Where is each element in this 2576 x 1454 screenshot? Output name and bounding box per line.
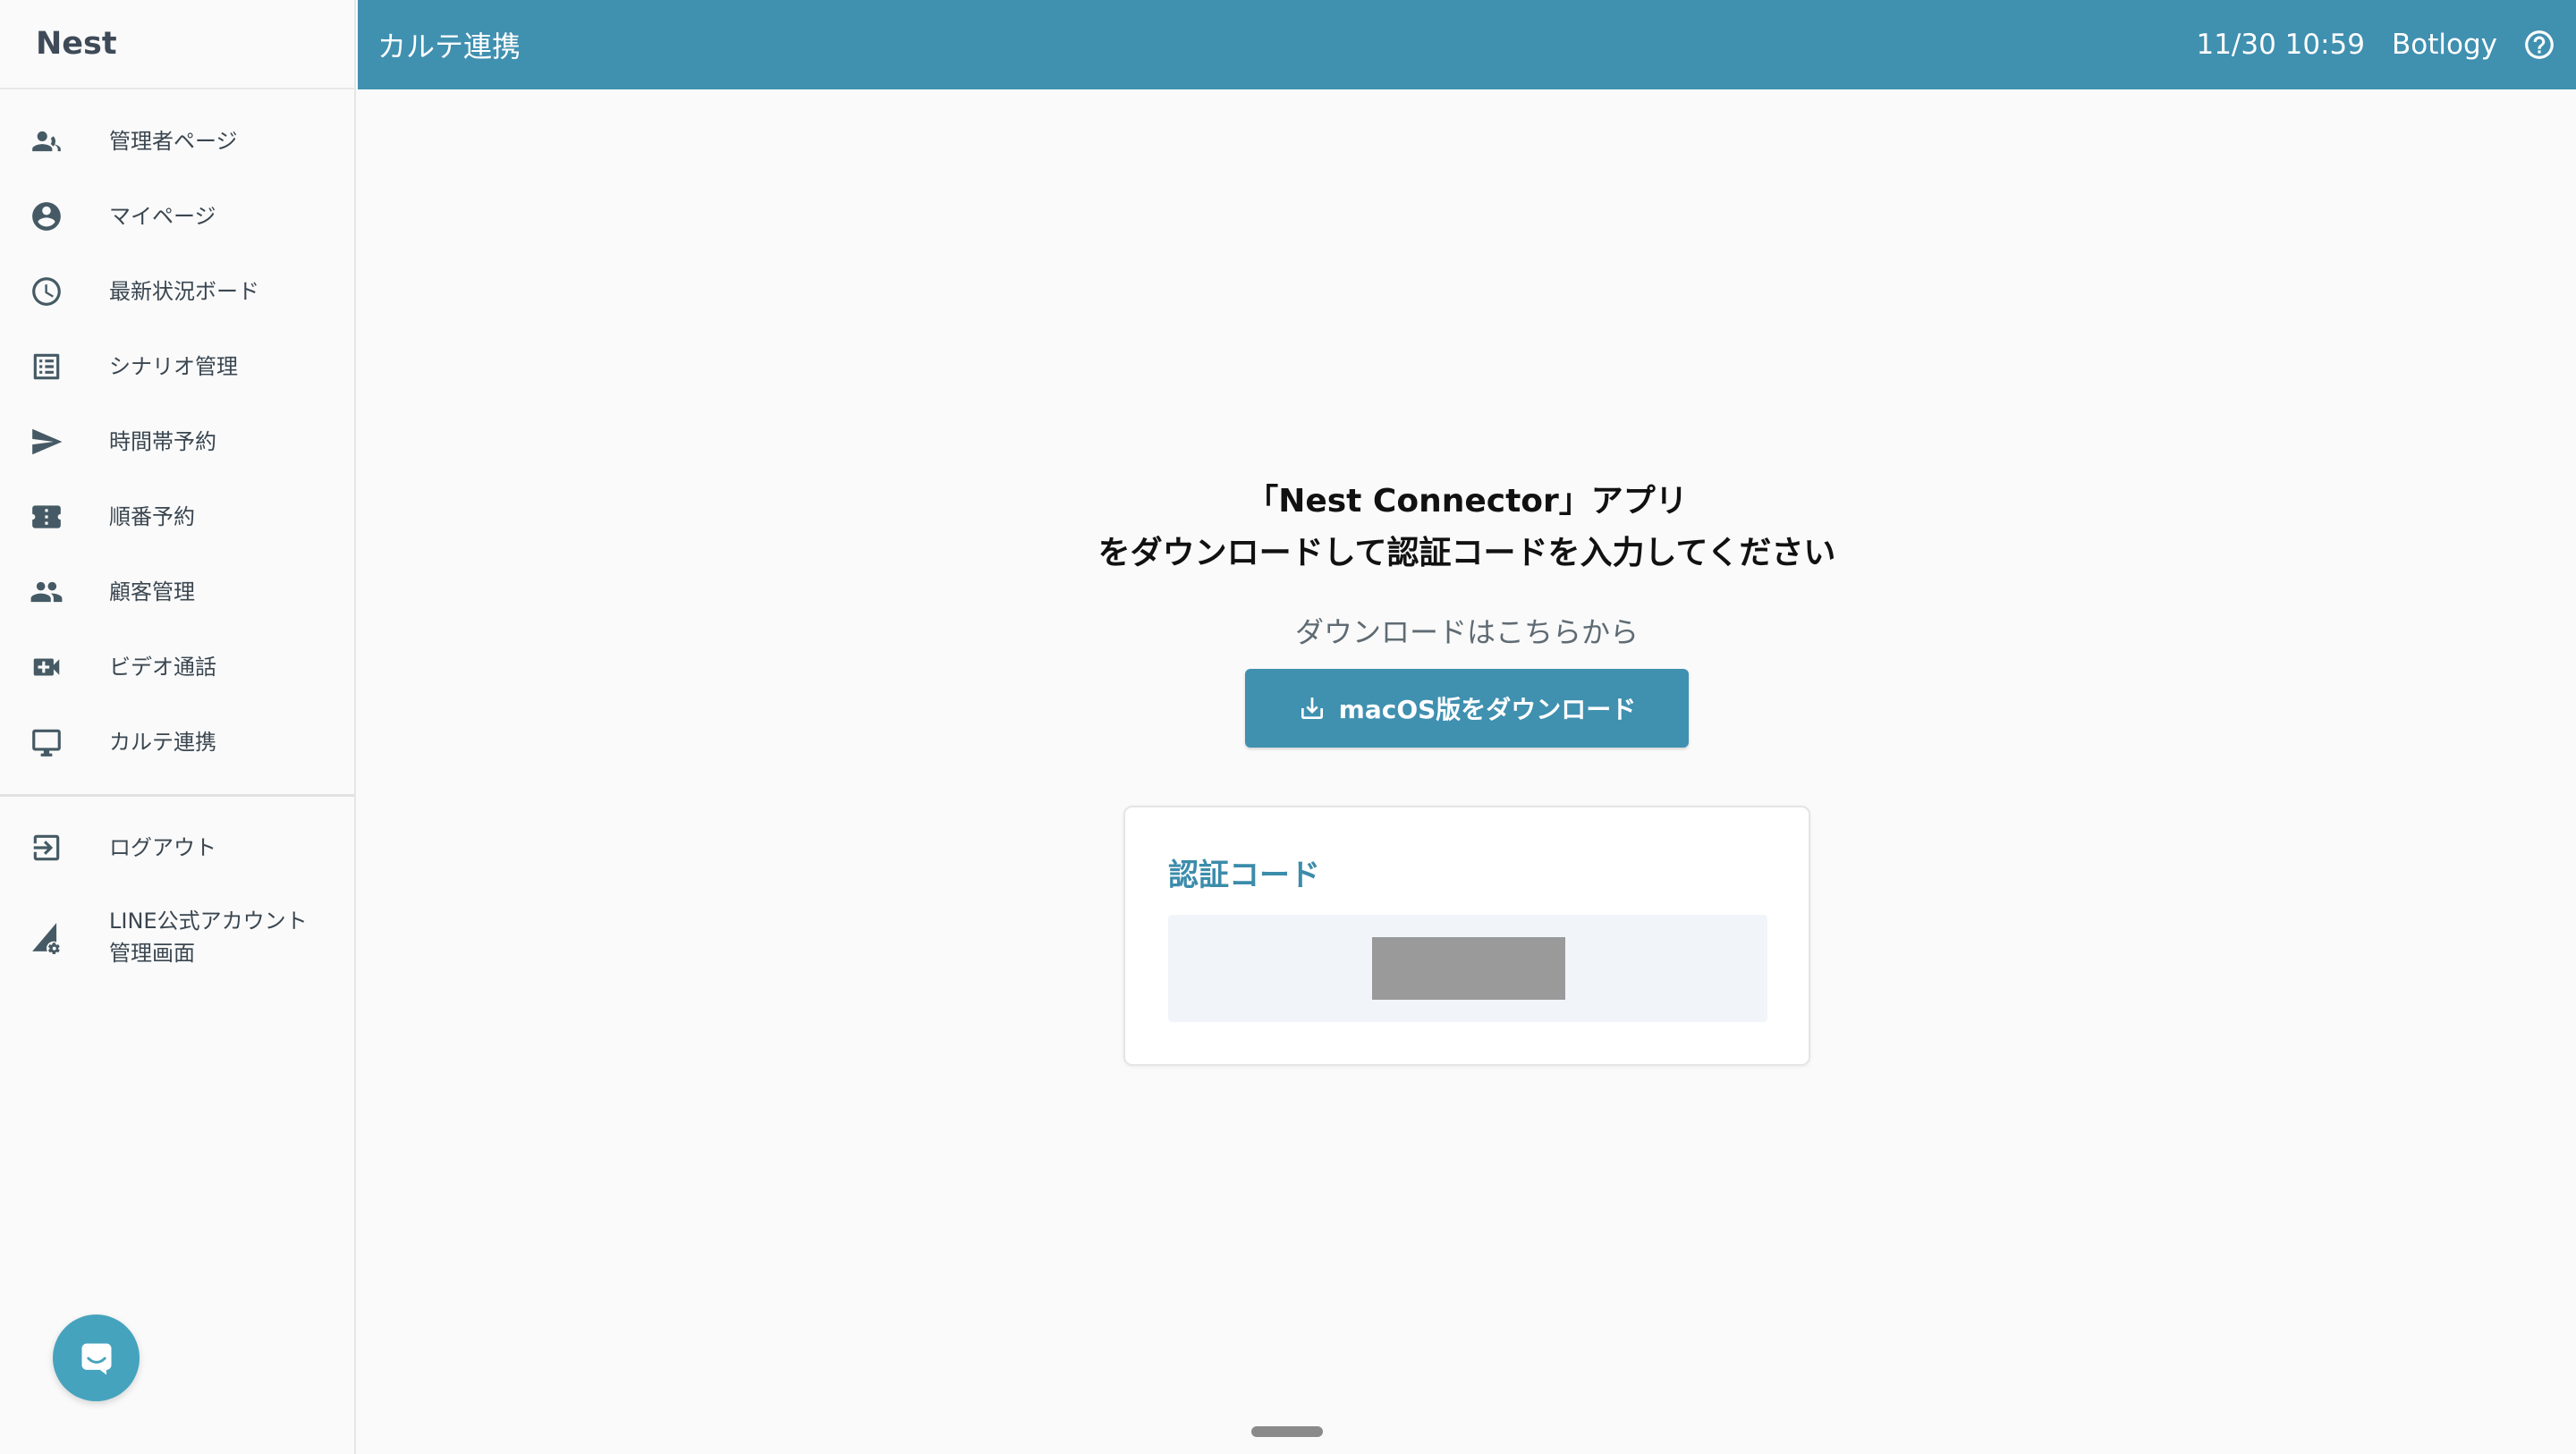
sidebar-item-admin[interactable]: 管理者ページ: [0, 125, 354, 157]
page-title: カルテ連携: [377, 30, 521, 63]
heading-line2: をダウンロードして認証コードを入力してください: [1097, 535, 1836, 571]
main-content: 「Nest Connector」アプリ をダウンロードして認証コードを入力してく…: [358, 89, 2576, 1454]
logout-icon: [29, 830, 64, 866]
macos-download-button[interactable]: macOS版をダウンロード: [1245, 669, 1689, 748]
sidebar-item-chart-link[interactable]: カルテ連携: [0, 726, 354, 758]
admin-group-icon: [29, 123, 64, 159]
sidebar-item-label: 管理者ページ: [109, 129, 238, 154]
auth-code-title: 認証コード: [1168, 858, 1320, 893]
people-icon: [29, 574, 64, 610]
chat-icon: [81, 1343, 111, 1374]
sidebar-item-scenario[interactable]: シナリオ管理: [0, 351, 354, 383]
sidebar-item-label: 順番予約: [109, 504, 195, 529]
sidebar-item-label: ビデオ通話: [109, 655, 216, 680]
signal-settings-icon: [29, 919, 64, 955]
sidebar-item-customers[interactable]: 顧客管理: [0, 576, 354, 608]
auth-code-display[interactable]: [1168, 915, 1767, 1022]
sidebar-item-label-line1: LINE公式アカウント: [109, 909, 308, 934]
scroll-handle[interactable]: [1251, 1426, 1323, 1437]
sidebar-item-label-line2: 管理画面: [109, 941, 195, 966]
chat-launcher-button[interactable]: [53, 1315, 140, 1401]
sidebar-item-logout[interactable]: ログアウト: [0, 832, 354, 864]
user-name[interactable]: Botlogy: [2392, 29, 2497, 61]
auth-code-card: 認証コード: [1123, 806, 1810, 1066]
sidebar-item-line-admin[interactable]: LINE公式アカウント 管理画面: [0, 905, 354, 969]
brand-logo[interactable]: Nest: [0, 0, 354, 89]
sidebar-item-time-reservation[interactable]: 時間帯予約: [0, 426, 354, 458]
download-button-label: macOS版をダウンロード: [1338, 695, 1637, 724]
heading-line1: 「Nest Connector」アプリ: [1246, 483, 1688, 520]
sidebar-item-label: ログアウト: [109, 835, 216, 860]
monitor-icon: [29, 724, 64, 760]
sidebar-item-label: 顧客管理: [109, 579, 195, 604]
sidebar-item-mypage[interactable]: マイページ: [0, 200, 354, 232]
top-app-bar: カルテ連携 11/30 10:59 Botlogy: [358, 0, 2576, 89]
videocam-icon: [29, 649, 64, 685]
account-circle-icon: [29, 199, 64, 234]
sidebar: Nest 管理者ページ マイページ 最新状況ボード シナリオ管理 時間帯予約 順…: [0, 0, 356, 1454]
sidebar-item-label: シナリオ管理: [109, 354, 238, 379]
ticket-icon: [29, 499, 64, 535]
sidebar-item-label: 時間帯予約: [109, 429, 216, 454]
sidebar-divider: [0, 794, 354, 797]
sidebar-item-queue-reservation[interactable]: 順番予約: [0, 501, 354, 533]
current-datetime: 11/30 10:59: [2196, 29, 2365, 61]
clock-icon: [29, 274, 64, 309]
auth-code-redacted: [1372, 937, 1565, 1000]
send-icon: [29, 424, 64, 460]
download-prompt: ダウンロードはこちらから: [1294, 615, 1639, 649]
sidebar-item-label: 最新状況ボード: [109, 279, 259, 304]
instruction-heading: 「Nest Connector」アプリ をダウンロードして認証コードを入力してく…: [358, 476, 2576, 579]
list-icon: [29, 349, 64, 385]
sidebar-item-label: カルテ連携: [109, 730, 216, 755]
topbar-right: 11/30 10:59 Botlogy: [2196, 0, 2556, 89]
download-icon: [1301, 697, 1323, 719]
help-icon[interactable]: [2522, 28, 2556, 62]
sidebar-item-label: マイページ: [109, 204, 216, 229]
sidebar-item-video-call[interactable]: ビデオ通話: [0, 651, 354, 683]
sidebar-item-status-board[interactable]: 最新状況ボード: [0, 275, 354, 308]
